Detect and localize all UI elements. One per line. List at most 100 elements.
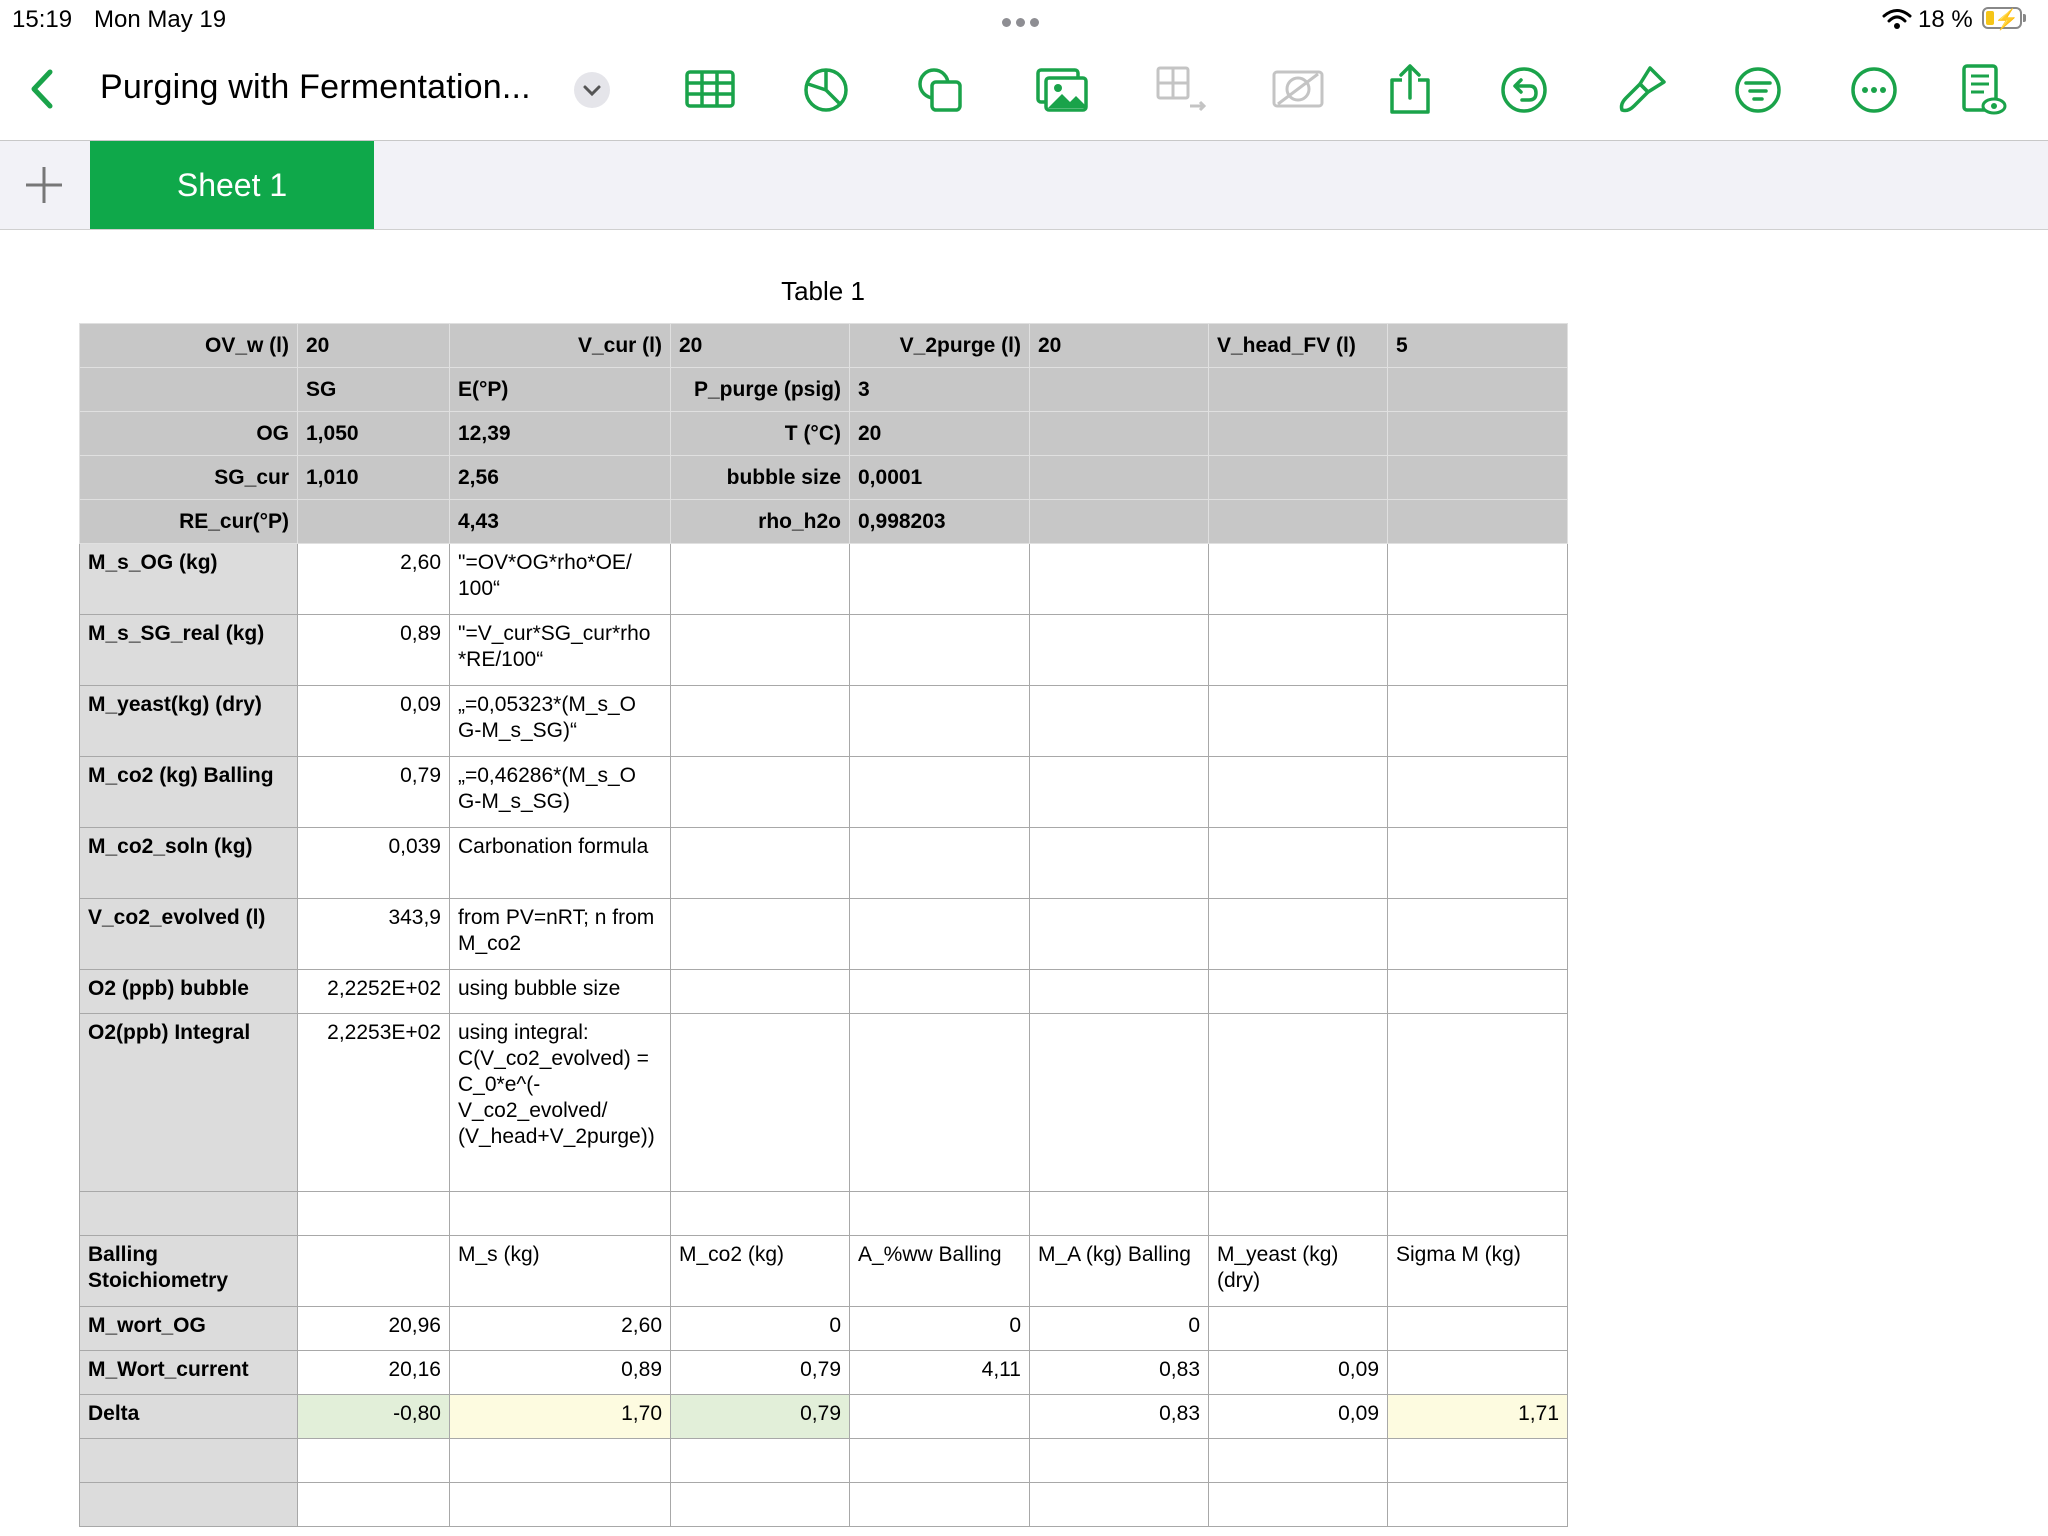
row-label[interactable]: Balling Stoichiometry [79,1235,298,1307]
table-cell[interactable]: OV_w (l) [79,323,298,368]
table-cell[interactable]: Sigma M (kg) [1387,1235,1568,1307]
table-cell[interactable]: RE_cur(°P) [79,499,298,544]
table-cell[interactable]: bubble size [670,455,850,500]
table-cell[interactable] [1387,411,1568,456]
table-cell[interactable]: 20 [670,323,850,368]
row-label[interactable] [79,1191,298,1236]
table-cell[interactable] [297,499,450,544]
table-cell[interactable] [1208,455,1388,500]
chart-icon[interactable] [798,62,854,118]
table-cell[interactable] [1387,1191,1568,1236]
table-cell[interactable]: using bubble size [449,969,671,1014]
table-cell[interactable]: 1,050 [297,411,450,456]
table-cell[interactable]: Carbonation formula [449,827,671,899]
table-cell[interactable]: "=V_cur*SG_cur*rho *RE/100“ [449,614,671,686]
table-cell[interactable] [1029,499,1209,544]
table-cell[interactable]: 0,89 [297,614,450,686]
media-icon[interactable] [1034,62,1090,118]
table-cell[interactable] [1387,614,1568,686]
table-cell[interactable] [297,1482,450,1527]
table-cell[interactable]: M_co2 (kg) [670,1235,850,1307]
share-icon[interactable] [1382,62,1438,118]
table-cell[interactable] [1387,756,1568,828]
back-chevron-icon[interactable] [22,64,62,114]
table-cell[interactable] [1208,756,1388,828]
table-cell[interactable] [1208,685,1388,757]
table-cell[interactable]: „=0,05323*(M_s_O G-M_s_SG)“ [449,685,671,757]
table-cell[interactable]: SG_cur [79,455,298,500]
table-cell[interactable] [297,1438,450,1483]
table-cell[interactable]: 3 [849,367,1030,412]
table-cell[interactable]: 12,39 [449,411,671,456]
table-cell[interactable]: E(°P) [449,367,671,412]
table-cell[interactable]: 2,60 [449,1306,671,1351]
table-cell[interactable]: 0,998203 [849,499,1030,544]
table-cell[interactable]: 0,79 [670,1394,850,1439]
table-cell[interactable]: M_yeast (kg) (dry) [1208,1235,1388,1307]
table-cell[interactable]: 5 [1387,323,1568,368]
add-sheet-icon[interactable] [22,163,66,207]
table-title[interactable]: Table 1 [700,276,946,307]
table-cell[interactable]: -0,80 [297,1394,450,1439]
organize-icon[interactable] [1730,62,1786,118]
table-cell[interactable]: V_cur (l) [449,323,671,368]
table-cell[interactable]: 0,79 [297,756,450,828]
reading-view-icon[interactable] [1954,62,2010,118]
table-cell[interactable] [1208,1438,1388,1483]
table-cell[interactable] [1387,1482,1568,1527]
table-cell[interactable] [849,1482,1030,1527]
format-brush-icon[interactable] [1614,62,1670,118]
table-cell[interactable] [1387,685,1568,757]
table-cell[interactable]: 0,79 [670,1350,850,1395]
table-cell[interactable]: 0,83 [1029,1394,1209,1439]
table-cell[interactable] [1029,455,1209,500]
table-cell[interactable]: 2,60 [297,543,450,615]
table-cell[interactable] [1387,1306,1568,1351]
table-cell[interactable] [1387,543,1568,615]
table-cell[interactable] [849,969,1030,1014]
table-cell[interactable] [1387,499,1568,544]
table-cell[interactable] [1208,367,1388,412]
table-cell[interactable] [849,1394,1030,1439]
table-cell[interactable] [1029,1438,1209,1483]
table-cell[interactable] [449,1482,671,1527]
row-label[interactable] [79,1482,298,1527]
table-cell[interactable]: 20 [297,323,450,368]
table-cell[interactable] [849,898,1030,970]
row-label[interactable]: Delta [79,1394,298,1439]
table-cell[interactable]: 2,2253E+02 [297,1013,450,1192]
table-cell[interactable] [1029,543,1209,615]
document-title[interactable]: Purging with Fermentation... [100,68,531,107]
table-cell[interactable] [1387,367,1568,412]
table-cell[interactable] [449,1191,671,1236]
table-cell[interactable]: 0,09 [297,685,450,757]
table-cell[interactable] [1029,685,1209,757]
table-cell[interactable]: P_purge (psig) [670,367,850,412]
table-cell[interactable]: 0,0001 [849,455,1030,500]
table-cell[interactable]: 20,16 [297,1350,450,1395]
table-cell[interactable]: 20 [849,411,1030,456]
table-cell[interactable] [1029,1013,1209,1192]
table-cell[interactable]: using integral: C(V_co2_evolved) = C_0*e… [449,1013,671,1192]
row-label[interactable]: M_yeast(kg) (dry) [79,685,298,757]
table-cell[interactable]: „=0,46286*(M_s_O G-M_s_SG) [449,756,671,828]
table-cell[interactable]: from PV=nRT; n from M_co2 [449,898,671,970]
table-cell[interactable] [1029,898,1209,970]
table-icon[interactable] [682,62,738,118]
table-cell[interactable] [1387,1350,1568,1395]
row-label[interactable]: M_co2_soln (kg) [79,827,298,899]
table-cell[interactable] [1208,614,1388,686]
table-cell[interactable] [1208,543,1388,615]
row-label[interactable]: M_co2 (kg) Balling [79,756,298,828]
table-cell[interactable]: 1,70 [449,1394,671,1439]
table-cell[interactable] [849,1013,1030,1192]
table-cell[interactable]: 1,010 [297,455,450,500]
table-cell[interactable]: 20,96 [297,1306,450,1351]
table-cell[interactable] [849,543,1030,615]
table-cell[interactable] [1029,367,1209,412]
undo-icon[interactable] [1496,62,1552,118]
table-cell[interactable]: 1,71 [1387,1394,1568,1439]
table-cell[interactable] [1029,1191,1209,1236]
row-label[interactable]: V_co2_evolved (l) [79,898,298,970]
table-cell[interactable] [1387,898,1568,970]
